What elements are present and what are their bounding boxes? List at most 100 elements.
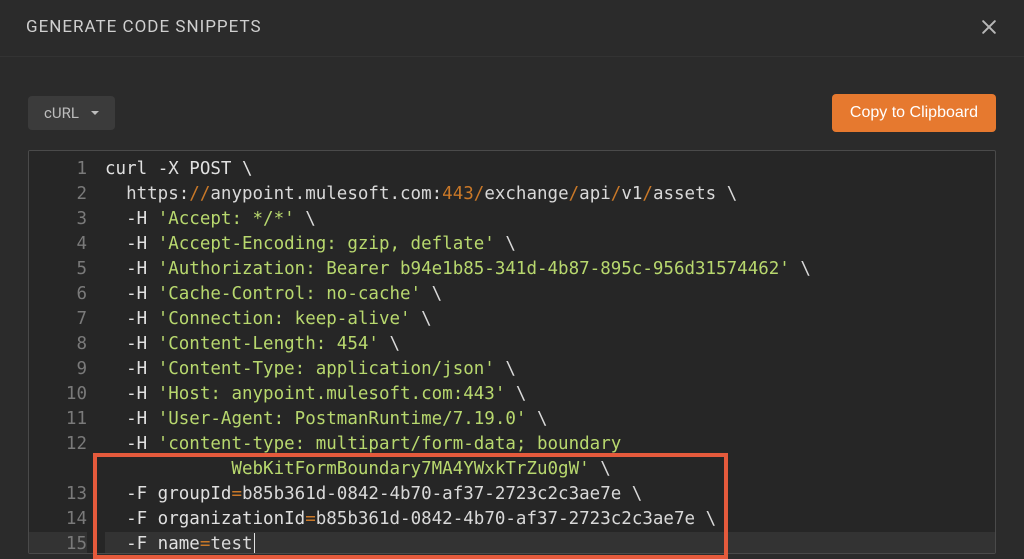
code-token: = — [231, 484, 242, 504]
line-number: 12 — [29, 432, 87, 457]
line-number: 15 — [29, 532, 87, 554]
line-number: 11 — [29, 407, 87, 432]
code-line[interactable]: -F name=test — [105, 532, 995, 554]
code-line[interactable]: WebKitFormBoundary7MA4YWxkTrZu0gW' \ — [105, 457, 995, 482]
line-number: 13 — [29, 482, 87, 507]
chevron-down-icon — [89, 107, 101, 119]
code-token: \ — [411, 309, 432, 329]
code-token: \ — [379, 334, 400, 354]
code-token: \ — [505, 384, 526, 404]
code-line[interactable]: -H 'User-Agent: PostmanRuntime/7.19.0' \ — [105, 407, 995, 432]
code-token: / — [611, 184, 622, 204]
code-token: 'content-type: multipart/form-data; boun… — [158, 434, 622, 454]
code-token: test — [210, 534, 252, 554]
code-token: 'Content-Type: application/json' — [158, 359, 495, 379]
code-token: -X — [158, 159, 179, 179]
code-token: -F groupId — [126, 484, 231, 504]
code-line[interactable]: curl -X POST \ — [105, 157, 995, 182]
line-number: 1 — [29, 157, 87, 182]
line-number-gutter: 123456789101112131415 — [29, 151, 95, 553]
code-token: api — [579, 184, 611, 204]
code-token: -F name — [126, 534, 200, 554]
code-token: v1 — [621, 184, 642, 204]
generate-snippets-modal: GENERATE CODE SNIPPETS cURL Copy to Clip… — [0, 0, 1024, 559]
code-token: -F organizationId — [126, 509, 305, 529]
language-select[interactable]: cURL — [28, 96, 115, 130]
code-token: https: — [126, 184, 189, 204]
code-token: \ — [421, 284, 442, 304]
code-token: b85b361d-0842-4b70-af37-2723c2c3ae7e \ — [316, 509, 716, 529]
code-line[interactable]: -H 'Content-Type: application/json' \ — [105, 357, 995, 382]
modal-title: GENERATE CODE SNIPPETS — [26, 17, 262, 37]
line-number: 14 — [29, 507, 87, 532]
code-token: exchange — [484, 184, 568, 204]
code-token: // — [189, 184, 210, 204]
code-token: -H — [126, 409, 158, 429]
code-line[interactable]: -H 'Content-Length: 454' \ — [105, 332, 995, 357]
code-token: -H — [126, 284, 158, 304]
line-number: 3 — [29, 207, 87, 232]
code-token: 'Connection: keep-alive' — [158, 309, 411, 329]
text-cursor — [254, 533, 256, 553]
code-token: \ — [495, 234, 516, 254]
line-number: 6 — [29, 282, 87, 307]
code-token: -H — [126, 309, 158, 329]
code-token: 'User-Agent: PostmanRuntime/7.19.0' — [158, 409, 527, 429]
code-token: = — [200, 534, 211, 554]
code-token: / — [642, 184, 653, 204]
code-token: = — [305, 509, 316, 529]
code-token: \ — [590, 459, 611, 479]
code-line[interactable]: -F groupId=b85b361d-0842-4b70-af37-2723c… — [105, 482, 995, 507]
code-token: \ — [495, 359, 516, 379]
code-line[interactable]: -H 'Connection: keep-alive' \ — [105, 307, 995, 332]
code-token: curl — [105, 159, 158, 179]
code-token: -H — [126, 334, 158, 354]
code-token: assets \ — [653, 184, 737, 204]
code-token: 'Authorization: Bearer b94e1b85-341d-4b8… — [158, 259, 790, 279]
close-button[interactable] — [976, 14, 1002, 40]
close-icon — [979, 17, 999, 37]
code-token: \ — [790, 259, 811, 279]
code-token: -H — [126, 384, 158, 404]
code-line[interactable]: -H 'Cache-Control: no-cache' \ — [105, 282, 995, 307]
code-line[interactable]: -H 'Authorization: Bearer b94e1b85-341d-… — [105, 257, 995, 282]
code-token: anypoint.mulesoft.com: — [210, 184, 442, 204]
code-token: 'Host: anypoint.mulesoft.com:443' — [158, 384, 506, 404]
code-token: -H — [126, 259, 158, 279]
code-line[interactable]: https://anypoint.mulesoft.com:443/exchan… — [105, 182, 995, 207]
line-number: 4 — [29, 232, 87, 257]
code-token: 443 — [442, 184, 474, 204]
line-number — [29, 457, 87, 482]
code-line[interactable]: -H 'Host: anypoint.mulesoft.com:443' \ — [105, 382, 995, 407]
code-token: -H — [126, 234, 158, 254]
code-token: \ — [295, 209, 316, 229]
line-number: 8 — [29, 332, 87, 357]
code-token: / — [474, 184, 485, 204]
code-token: / — [569, 184, 580, 204]
line-number: 2 — [29, 182, 87, 207]
copy-to-clipboard-button[interactable]: Copy to Clipboard — [832, 94, 996, 132]
code-token: 'Content-Length: 454' — [158, 334, 379, 354]
line-number: 10 — [29, 382, 87, 407]
code-line[interactable]: -H 'content-type: multipart/form-data; b… — [105, 432, 995, 457]
code-area[interactable]: 123456789101112131415 curl -X POST \ htt… — [29, 151, 995, 553]
line-number: 9 — [29, 357, 87, 382]
code-token: -H — [126, 359, 158, 379]
code-line[interactable]: -H 'Accept: */*' \ — [105, 207, 995, 232]
code-token: POST \ — [179, 159, 253, 179]
code-line[interactable]: -F organizationId=b85b361d-0842-4b70-af3… — [105, 507, 995, 532]
code-token: 'Cache-Control: no-cache' — [158, 284, 421, 304]
language-select-label: cURL — [44, 104, 79, 122]
code-token: 'Accept-Encoding: gzip, deflate' — [158, 234, 495, 254]
modal-titlebar: GENERATE CODE SNIPPETS — [0, 0, 1024, 57]
controls-row: cURL Copy to Clipboard — [0, 57, 1024, 150]
line-number: 5 — [29, 257, 87, 282]
code-token: b85b361d-0842-4b70-af37-2723c2c3ae7e \ — [242, 484, 642, 504]
code-content[interactable]: curl -X POST \ https://anypoint.mulesoft… — [95, 151, 995, 553]
code-token: 'Accept: */*' — [158, 209, 295, 229]
code-token: -H — [126, 434, 158, 454]
code-token: WebKitFormBoundary7MA4YWxkTrZu0gW' — [105, 459, 590, 479]
code-token: \ — [526, 409, 547, 429]
code-frame: 123456789101112131415 curl -X POST \ htt… — [28, 150, 996, 554]
code-line[interactable]: -H 'Accept-Encoding: gzip, deflate' \ — [105, 232, 995, 257]
